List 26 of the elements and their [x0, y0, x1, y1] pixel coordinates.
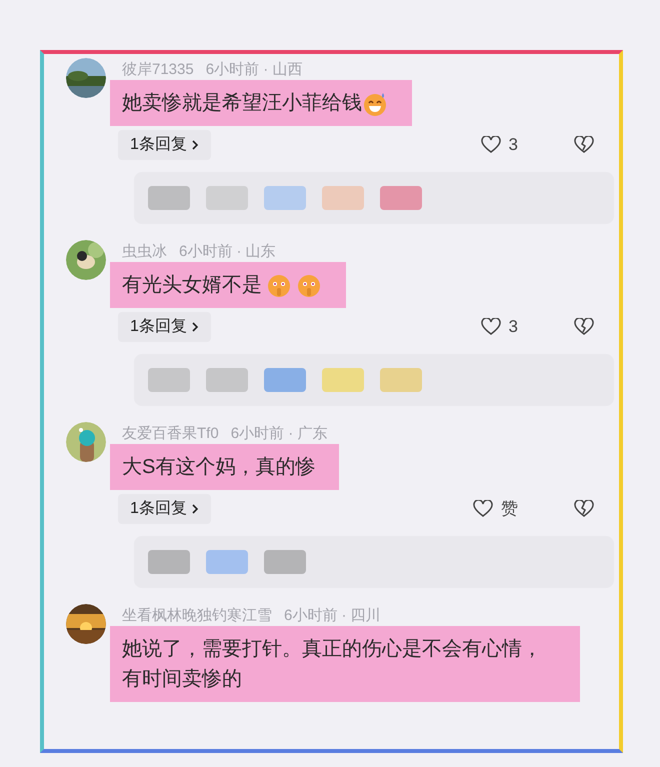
face-icon: [296, 272, 322, 299]
broken-heart-icon[interactable]: [574, 318, 594, 336]
replies-button[interactable]: 1条回复: [118, 130, 211, 160]
like-button[interactable]: 赞: [473, 496, 518, 522]
heart-icon: [480, 318, 501, 336]
grinning-face-icon: [362, 90, 388, 117]
face-icon: [266, 272, 292, 299]
time-location: 6小时前 · 山东: [179, 243, 276, 260]
heart-icon: [473, 500, 493, 518]
like-button[interactable]: 3: [480, 132, 518, 158]
comment-text: 有光头女婿不是: [122, 274, 262, 296]
broken-heart-icon[interactable]: [574, 136, 594, 154]
time-location: 6小时前 · 广东: [230, 425, 328, 442]
like-button[interactable]: 3: [480, 314, 518, 340]
time-location: 6小时前 · 山西: [206, 61, 302, 78]
comment-text: 大S有这个妈，真的惨: [122, 456, 316, 478]
comment-text: 她卖惨就是希望汪小菲给钱: [122, 92, 362, 114]
chevron-right-icon: [190, 139, 199, 151]
replies-button[interactable]: 1条回复: [118, 494, 211, 524]
replies-button[interactable]: 1条回复: [118, 312, 211, 342]
time-location: 6小时前 · 四川: [284, 607, 381, 624]
chevron-right-icon: [190, 321, 199, 333]
heart-icon: [480, 136, 501, 154]
chevron-right-icon: [190, 503, 199, 515]
comment-text: 她说了，需要打针。真正的伤心是不会有心情，有时间卖惨的: [122, 638, 542, 690]
broken-heart-icon[interactable]: [574, 500, 594, 518]
